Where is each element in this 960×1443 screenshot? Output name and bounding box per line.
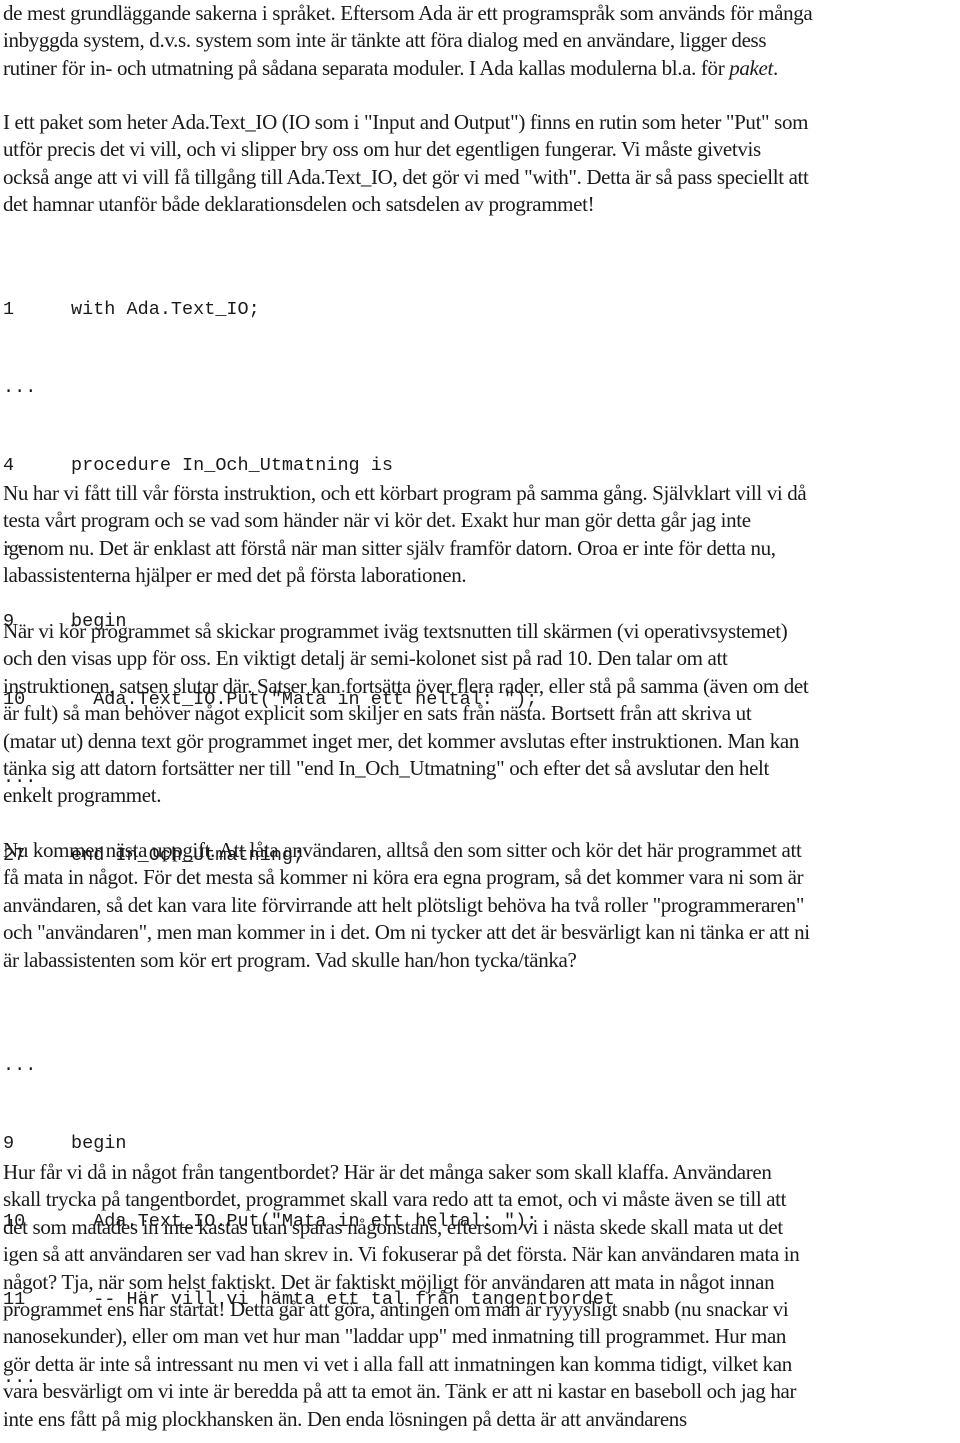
text-line: programmet ens har startat! Detta går at… [3, 1297, 789, 1322]
paragraph-text-io: I ett paket som heter Ada.Text_IO (IO so… [3, 109, 809, 219]
text-line: nanosekunder), eller om man vet hur man … [3, 1324, 787, 1349]
text-line: När vi kör programmet så skickar program… [3, 619, 788, 643]
text-line: få mata in något. För det mesta så komme… [3, 865, 804, 890]
text-line: I ett paket som heter Ada.Text_IO (IO so… [3, 110, 809, 134]
text-line: användaren, så det kan vara lite förvirr… [3, 892, 805, 917]
text-line: inbyggda system, d.v.s. system som inte … [3, 28, 767, 53]
line-number: ... [3, 377, 37, 398]
code-text: begin [71, 1133, 127, 1154]
text-line: enkelt programmet. [3, 783, 162, 808]
text-line: Hur får vi då in något från tangentborde… [3, 1160, 772, 1184]
line-number: ... [3, 1055, 37, 1076]
text-line: instruktionen, satsen slutar där. Satser… [3, 673, 809, 698]
text-line: också ange att vi vill få tillgång till … [3, 164, 809, 189]
text-line-suffix: . [772, 55, 778, 80]
text-line: det hamnar utanför både deklarationsdele… [3, 192, 595, 217]
code-row: 9 begin [3, 1131, 615, 1157]
text-line: inte ens fått på mig plockhansken än. De… [3, 1406, 687, 1431]
text-line-content: rutiner för in- och utmatning på sådana … [3, 55, 730, 80]
code-row: ... [3, 375, 537, 401]
text-line: är labassistenten som kör ert program. V… [3, 947, 577, 972]
text-line: Nu har vi fått till vår första instrukti… [3, 481, 807, 505]
line-number: 4 [3, 455, 15, 476]
paragraph-keyboard-input: Hur får vi då in något från tangentborde… [3, 1159, 800, 1433]
text-line: det som matades in inte kastas utan spar… [3, 1214, 783, 1239]
text-line: (matar ut) denna text gör programmet ing… [3, 728, 799, 753]
text-line: skall trycka på tangentbordet, programme… [3, 1187, 787, 1212]
code-row: 4 procedure In_Och_Utmatning is [3, 453, 537, 479]
line-number: 1 [3, 299, 15, 320]
text-line: de mest grundläggande sakerna i språket.… [3, 1, 813, 25]
text-line: Nu kommer nästa uppgift. Att låta använd… [3, 838, 802, 862]
code-row: 1 with Ada.Text_IO; [3, 297, 537, 323]
text-line: igen så att användaren ser vad han skrev… [3, 1242, 800, 1267]
paragraph-intro-packages: de mest grundläggande sakerna i språket.… [3, 0, 813, 82]
line-number: 9 [3, 1133, 15, 1154]
code-text: procedure In_Och_Utmatning is [71, 455, 393, 476]
text-line: testa vårt program och se vad som händer… [3, 508, 751, 533]
code-row: ... [3, 1053, 615, 1079]
text-line: vara besvärligt om vi inte är beredda på… [3, 1379, 797, 1404]
text-line: gör detta är inte så intressant nu men v… [3, 1351, 792, 1376]
text-line: igenom nu. Det är enklast att förstå när… [3, 535, 776, 560]
text-line: tänka sig att datorn fortsätter ner till… [3, 756, 770, 781]
text-line: utför precis det vi vill, och vi slipper… [3, 137, 761, 162]
text-line: labassistenterna hjälper er med det på f… [3, 563, 467, 588]
text-line: är fult) så man behöver något explicit s… [3, 701, 752, 726]
paragraph-program-run: När vi kör programmet så skickar program… [3, 618, 809, 810]
text-line: och den visas upp för oss. En viktigt de… [3, 646, 728, 671]
text-line: och "användaren", men man kommer in i de… [3, 920, 810, 945]
paragraph-next-task: Nu kommer nästa uppgift. Att låta använd… [3, 837, 810, 974]
text-line: något? Tja, när som helst faktiskt. Det … [3, 1269, 775, 1294]
paragraph-first-instruction: Nu har vi fått till vår första instrukti… [3, 480, 807, 590]
text-line: rutiner för in- och utmatning på sådana … [3, 55, 812, 82]
italic-term: paket [729, 55, 773, 80]
code-text: with Ada.Text_IO; [71, 299, 260, 320]
